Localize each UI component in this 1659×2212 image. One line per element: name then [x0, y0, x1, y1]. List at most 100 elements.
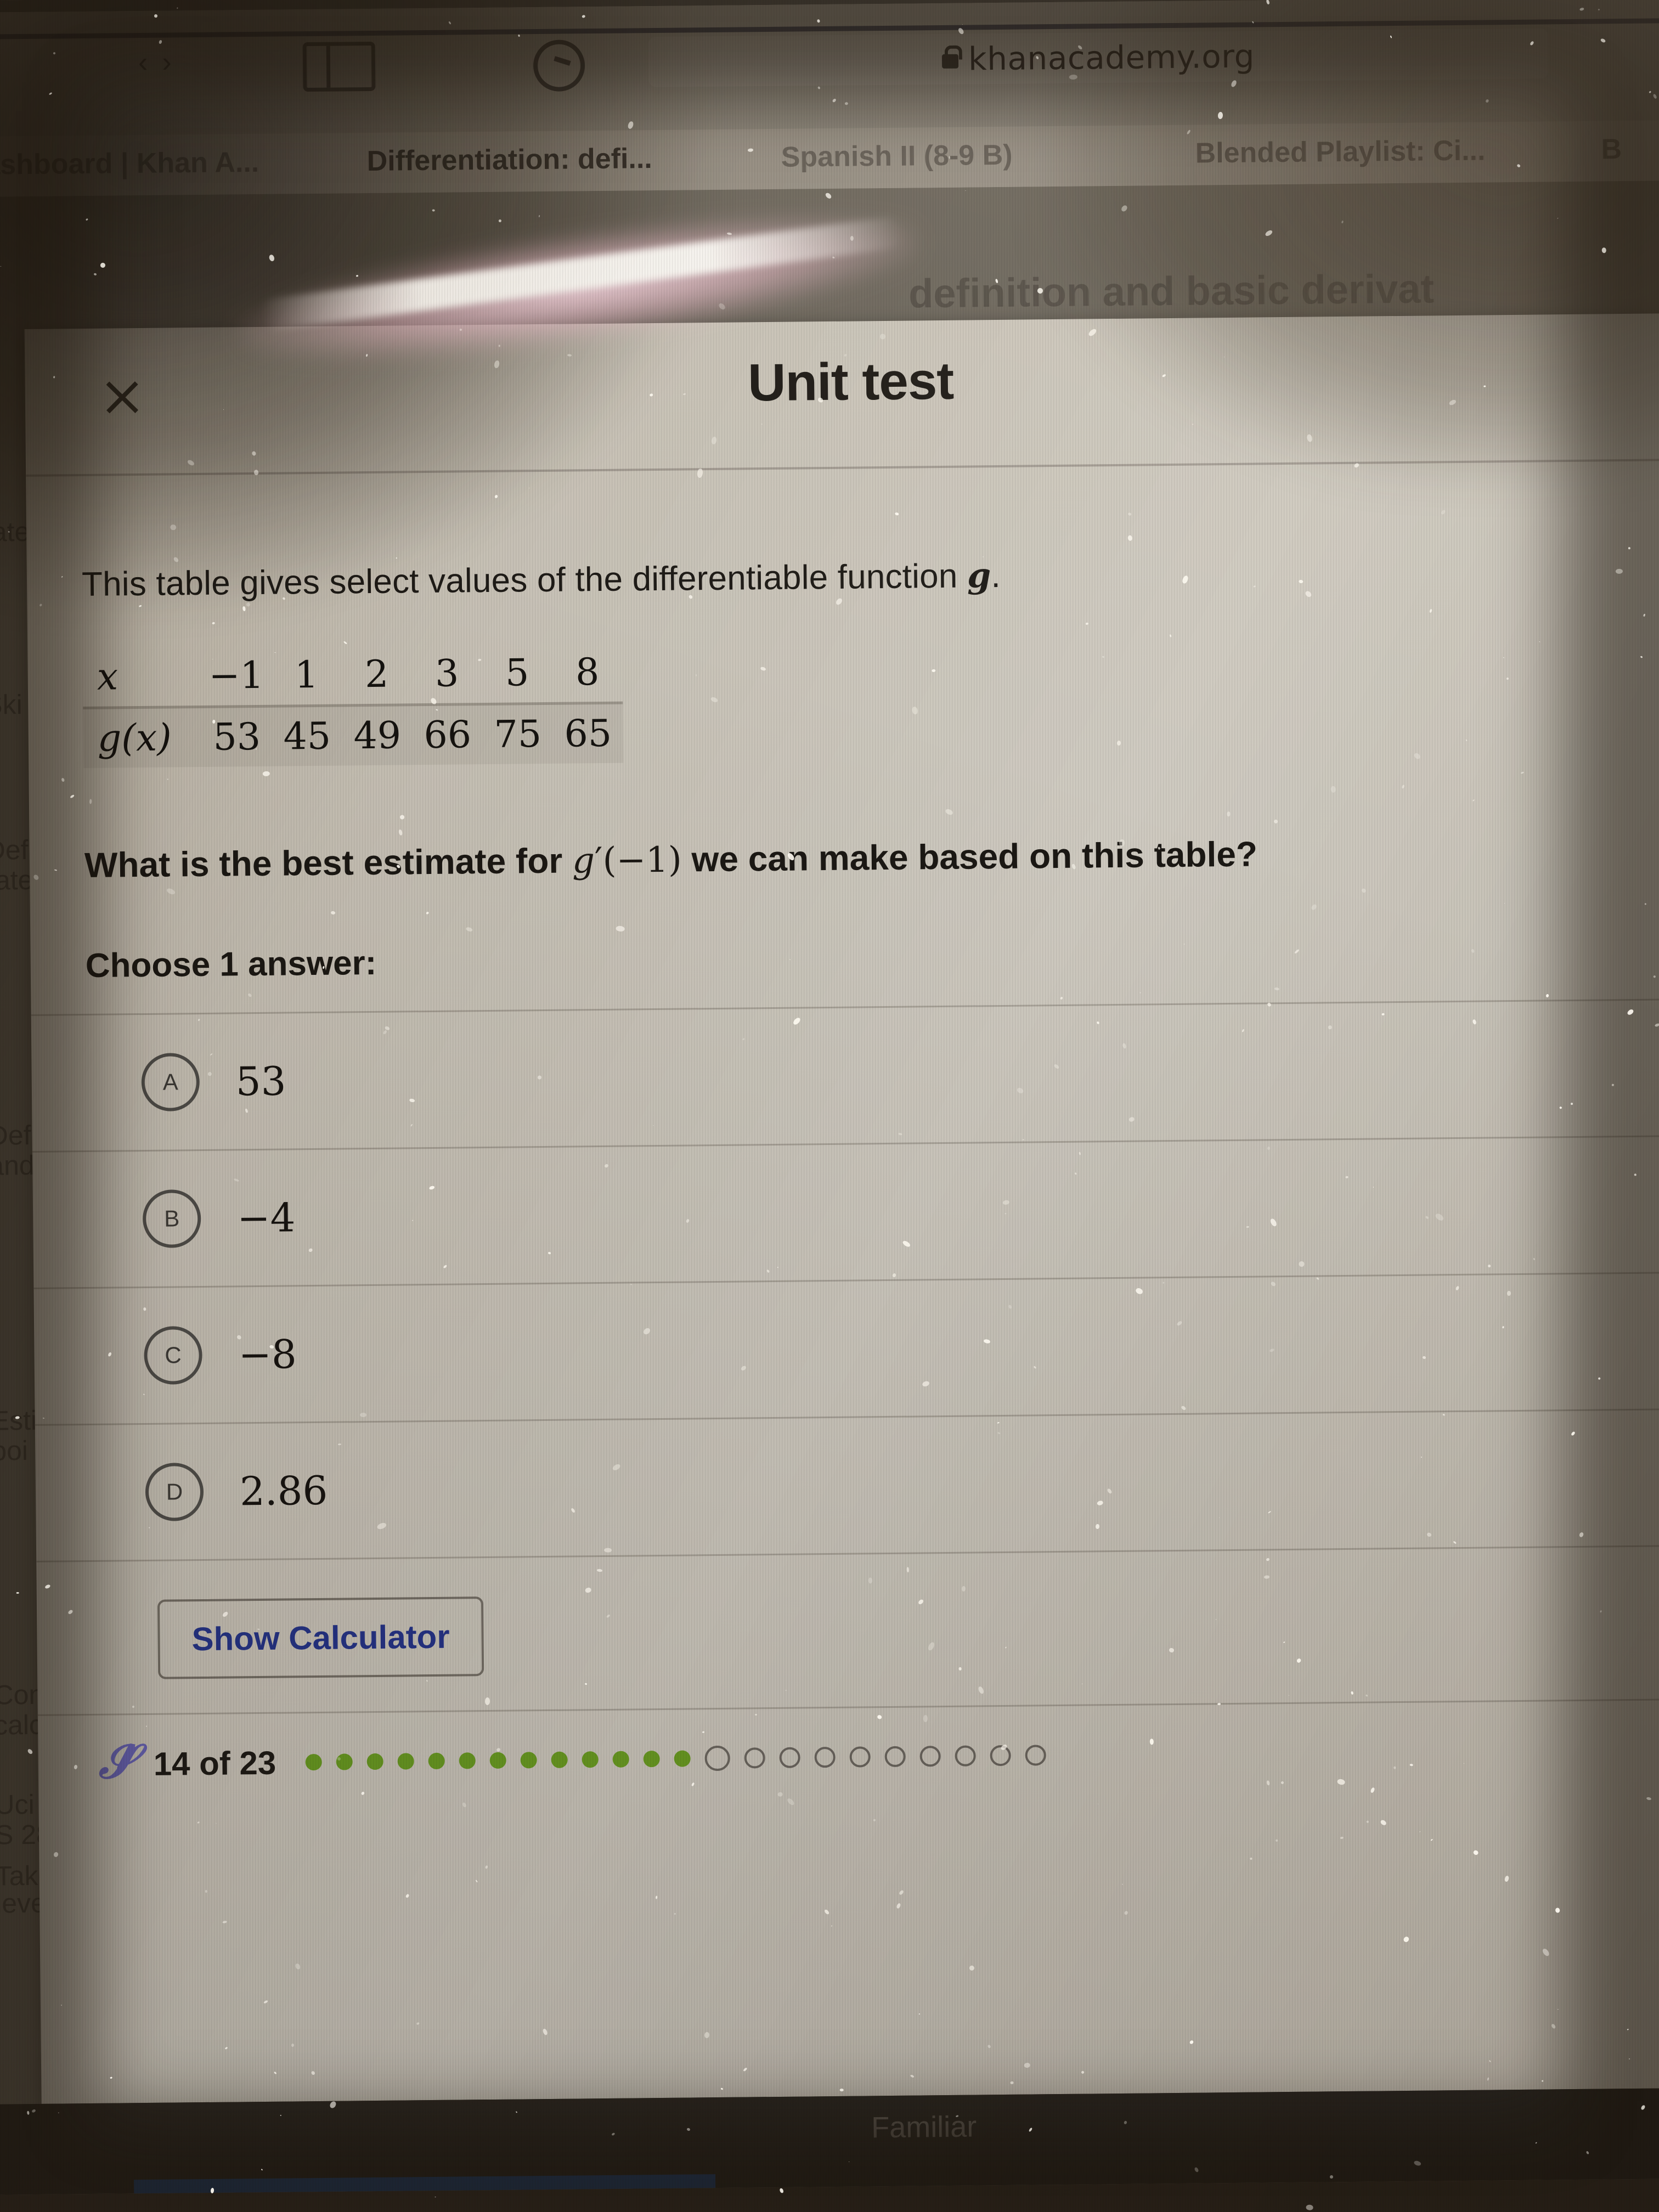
progress-dot-done[interactable] [521, 1752, 538, 1769]
page-title: Unit test [747, 351, 954, 413]
answer-bubble-a[interactable]: A [141, 1053, 200, 1112]
choose-answer-label: Choose 1 answer: [85, 944, 377, 985]
modal-body: This table gives select values of the di… [27, 549, 1659, 1790]
table-cell-g-5: 65 [564, 712, 612, 756]
address-bar-url: khanacademy.org [968, 37, 1255, 78]
progress-dot-todo[interactable] [814, 1746, 836, 1768]
answer-choice-c[interactable]: C −8 [33, 1272, 1659, 1424]
progress-dot-done[interactable] [551, 1751, 568, 1768]
sidebar-fragment-8: poi [0, 1435, 29, 1466]
progress-dot-todo[interactable] [1025, 1745, 1047, 1766]
table-row-label-x: x [97, 655, 119, 699]
progress-dot-current[interactable] [704, 1745, 731, 1771]
table-cell-x-5: 8 [575, 650, 600, 695]
table-row-x: x −1 1 2 3 5 8 [82, 643, 623, 707]
progress-dots[interactable] [306, 1742, 1047, 1775]
progress-dot-done[interactable] [306, 1753, 323, 1771]
sidebar-fragment-3: Def [0, 834, 29, 866]
progress-count: 14 of 23 [153, 1744, 276, 1782]
browser-nav-buttons[interactable]: ‹ › [138, 46, 172, 78]
tab-blended-playlist[interactable]: Blended Playlist: Ci... [1195, 134, 1485, 170]
question-prompt: What is the best estimate for g′(−1) we … [84, 830, 1659, 886]
table-cell-g-2: 49 [353, 714, 402, 758]
tab-spanish[interactable]: Spanish II (8-9 B) [781, 139, 1012, 174]
answer-bubble-b[interactable]: B [142, 1189, 201, 1249]
progress-dot-done[interactable] [644, 1751, 661, 1768]
unit-test-modal: Unit test This table gives select values… [24, 313, 1659, 2104]
modal-header: Unit test [25, 313, 1659, 475]
answer-bubble-d[interactable]: D [145, 1462, 204, 1522]
progress-bar: 𝒮 14 of 23 [37, 1699, 1659, 1790]
reload-icon[interactable] [533, 40, 585, 92]
lock-icon [942, 54, 959, 69]
sidebar-fragment-2: Ski [0, 689, 22, 720]
progress-dot-done[interactable] [613, 1751, 630, 1768]
table-cell-g-3: 66 [424, 713, 472, 758]
sidebar-fragment-5: Def [0, 1119, 31, 1151]
table-cell-g-0: 53 [213, 715, 261, 759]
question-intro-suffix: . [991, 556, 1001, 595]
table-cell-x-2: 2 [364, 652, 389, 697]
table-cell-g-4: 75 [494, 713, 542, 757]
answer-value-c: −8 [238, 1331, 297, 1378]
sidebar-fragment-7: Esti [0, 1404, 37, 1436]
tab-extra[interactable]: B [1601, 133, 1622, 166]
table-cell-x-0: −1 [208, 653, 264, 698]
tab-dashboard[interactable]: Dashboard | Khan A... [0, 146, 259, 182]
question-prompt-suffix: we can make based on this table? [681, 834, 1258, 879]
sidebar-fragment-6: and [0, 1149, 35, 1181]
phone-photo-of-screen: ‹ › khanacademy.org Dashboard | Khan A..… [0, 0, 1659, 2212]
table-cell-x-4: 5 [505, 651, 529, 695]
progress-dot-todo[interactable] [884, 1746, 906, 1768]
progress-dot-done[interactable] [674, 1750, 691, 1767]
calculator-row: Show Calculator [36, 1547, 1659, 1680]
table-row-gx: g(x) 53 45 49 66 75 65 [83, 704, 624, 769]
answer-choice-b[interactable]: B −4 [32, 1135, 1659, 1288]
answer-value-d: 2.86 [239, 1467, 328, 1515]
table-cell-x-1: 1 [294, 653, 319, 697]
sidebar-fragment-10: calc [0, 1709, 43, 1741]
tab-differentiation[interactable]: Differentiation: defi... [366, 142, 652, 178]
sidebar-fragment-11: Uci [0, 1788, 35, 1820]
progress-dot-done[interactable] [459, 1752, 476, 1769]
table-cell-x-3: 3 [435, 652, 459, 696]
forward-icon[interactable]: › [162, 46, 172, 78]
laptop-screen: ‹ › khanacademy.org Dashboard | Khan A..… [0, 0, 1659, 2195]
values-table: x −1 1 2 3 5 8 g(x) 53 45 49 66 75 65 [82, 643, 624, 769]
derivative-function-symbol: g [572, 840, 595, 882]
progress-dot-done[interactable] [336, 1753, 353, 1770]
question-intro: This table gives select values of the di… [82, 549, 1659, 604]
progress-dot-todo[interactable] [849, 1746, 871, 1768]
function-symbol-g: g [967, 555, 991, 596]
answer-value-b: −4 [236, 1194, 296, 1242]
progress-dot-todo[interactable] [919, 1746, 941, 1767]
table-row-label-gx: g(x) [97, 716, 172, 760]
unit-title-background: definition and basic derivat [908, 266, 1435, 317]
answer-bubble-c[interactable]: C [144, 1326, 203, 1385]
show-calculator-button[interactable]: Show Calculator [157, 1596, 484, 1679]
progress-dot-done[interactable] [490, 1752, 507, 1769]
progress-dot-done[interactable] [582, 1751, 599, 1768]
progress-dot-todo[interactable] [744, 1747, 766, 1769]
answer-choice-a[interactable]: A 53 [31, 998, 1659, 1151]
answer-value-a: 53 [235, 1058, 286, 1105]
table-cell-g-1: 45 [283, 714, 331, 759]
progress-dot-todo[interactable] [990, 1745, 1012, 1767]
sidebar-fragment-1: rate [0, 516, 30, 548]
question-intro-text: This table gives select values of the di… [81, 557, 968, 604]
address-bar-content: khanacademy.org [648, 28, 1549, 87]
pencil-icon: 𝒮 [98, 1734, 136, 1790]
progress-dot-done[interactable] [367, 1753, 384, 1770]
progress-dot-done[interactable] [398, 1753, 415, 1770]
back-icon[interactable]: ‹ [138, 47, 148, 78]
answer-choice-d[interactable]: D 2.86 [35, 1408, 1659, 1562]
answer-choices: A 53 B −4 C −8 D 2.86 [31, 998, 1659, 1562]
derivative-prime-symbol: ′ [594, 840, 603, 882]
progress-dot-todo[interactable] [955, 1745, 977, 1767]
sidebar-fragment-4: rate [0, 864, 33, 896]
progress-dot-done[interactable] [428, 1752, 445, 1770]
sidebar-panel-icon[interactable] [302, 41, 376, 92]
question-prompt-prefix: What is the best estimate for [84, 840, 573, 885]
familiar-label: Familiar [871, 2110, 977, 2145]
progress-dot-todo[interactable] [779, 1747, 801, 1768]
